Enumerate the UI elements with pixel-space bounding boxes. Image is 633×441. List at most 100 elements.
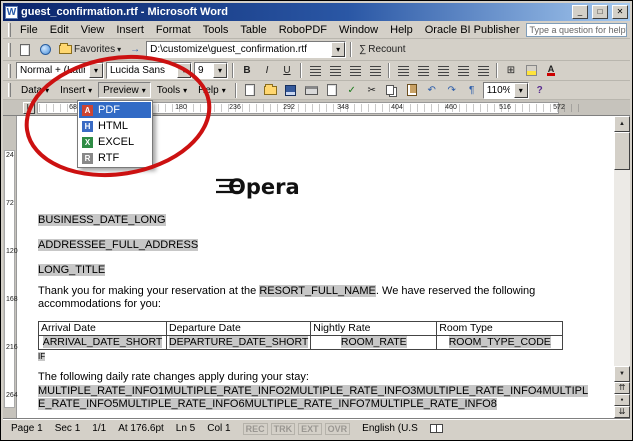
res-table-cell[interactable]: ROOM_RATE	[311, 336, 437, 350]
save-button[interactable]	[282, 82, 300, 99]
spelling-button[interactable]: ✓	[343, 82, 361, 99]
address-combo[interactable]: D:\customize\guest_confirmation.rtf ▾	[146, 41, 346, 58]
res-table-header[interactable]: Departure Date	[167, 322, 311, 336]
new-document-button[interactable]	[241, 82, 259, 99]
res-table-header[interactable]: Nightly Rate	[311, 322, 437, 336]
status-toggle-trk[interactable]: TRK	[271, 423, 296, 435]
select-browse-object-button[interactable]: ●	[614, 394, 630, 406]
bi-toolbar-grip[interactable]	[8, 83, 11, 97]
menu-view[interactable]: View	[75, 23, 111, 37]
next-page-button[interactable]: ⇊	[614, 406, 630, 418]
maximize-button[interactable]: □	[592, 5, 608, 19]
undo-button[interactable]: ↶	[423, 82, 441, 99]
decrease-indent-button[interactable]	[454, 62, 472, 79]
menu-oracle-bi-publisher[interactable]: Oracle BI Publisher	[419, 23, 526, 37]
status-toggle-rec[interactable]: REC	[243, 423, 268, 435]
rate-fields[interactable]: MULTIPLE_RATE_INFO1MULTIPLE_RATE_INFO2MU…	[38, 385, 614, 411]
cut-button[interactable]: ✂	[363, 82, 381, 99]
highlight-button[interactable]	[522, 62, 540, 79]
preview-menu-item-rtf[interactable]: RRTF	[79, 150, 151, 166]
status-toggle-ovr[interactable]: OVR	[325, 423, 351, 435]
menu-help[interactable]: Help	[384, 23, 419, 37]
zoom-combo[interactable]: 110% ▾	[483, 82, 529, 99]
menu-format[interactable]: Format	[150, 23, 197, 37]
res-table-cell[interactable]: DEPARTURE_DATE_SHORT	[167, 336, 311, 350]
rates-paragraph[interactable]: The following daily rate changes apply d…	[38, 371, 614, 384]
scrollbar-thumb[interactable]	[614, 132, 630, 170]
bi-menu-insert[interactable]: Insert▾	[55, 82, 97, 98]
vertical-scrollbar[interactable]: ▲ ▼ ⇈ ● ⇊	[614, 116, 630, 418]
scroll-up-button[interactable]: ▲	[614, 116, 630, 132]
font-color-button[interactable]: A	[542, 62, 560, 79]
menu-window[interactable]: Window	[333, 23, 384, 37]
field-addressee-address[interactable]: ADDRESSEE_FULL_ADDRESS	[38, 239, 614, 252]
print-preview-button[interactable]	[323, 82, 341, 99]
preview-menu-item-pdf[interactable]: APDF	[79, 102, 151, 118]
zoom-dropdown-button[interactable]: ▾	[514, 83, 528, 98]
help-button[interactable]: ?	[531, 82, 549, 99]
tab-selector[interactable]: L	[23, 102, 35, 114]
search-web-button[interactable]	[36, 41, 54, 58]
menu-insert[interactable]: Insert	[110, 23, 150, 37]
align-right-button[interactable]	[346, 62, 364, 79]
start-page-button[interactable]	[16, 41, 34, 58]
copy-button[interactable]	[383, 82, 401, 99]
status-toggle-ext[interactable]: EXT	[298, 423, 322, 435]
menu-table[interactable]: Table	[234, 23, 272, 37]
res-table-header[interactable]: Room Type	[437, 322, 563, 336]
menu-file[interactable]: File	[14, 23, 44, 37]
font-size-dropdown-button[interactable]: ▾	[213, 63, 227, 78]
title-bar[interactable]: W guest_confirmation.rtf - Microsoft Wor…	[3, 3, 630, 21]
font-dropdown-button[interactable]: ▾	[177, 63, 191, 78]
scroll-down-button[interactable]: ▼	[614, 366, 630, 382]
align-center-button[interactable]	[326, 62, 344, 79]
minimize-button[interactable]: _	[572, 5, 588, 19]
line-spacing-button[interactable]	[394, 62, 412, 79]
italic-button[interactable]: I	[258, 62, 276, 79]
bullets-button[interactable]	[434, 62, 452, 79]
web-toolbar-grip[interactable]	[8, 43, 11, 57]
style-combo[interactable]: Normal + (Latir ▾	[16, 62, 104, 79]
bi-menu-tools[interactable]: Tools▾	[152, 82, 192, 98]
menu-edit[interactable]: Edit	[44, 23, 75, 37]
if-marker[interactable]: IF	[38, 352, 614, 361]
res-table-cell[interactable]: ARRIVAL_DATE_SHORT	[39, 336, 167, 350]
font-combo[interactable]: Lucida Sans ▾	[106, 62, 192, 79]
paste-button[interactable]	[403, 82, 421, 99]
address-dropdown-button[interactable]: ▾	[331, 42, 345, 57]
reservation-table[interactable]: Arrival DateDeparture DateNightly RateRo…	[38, 321, 563, 350]
favorites-button[interactable]: Favorites ▾	[56, 41, 124, 58]
preview-menu-item-html[interactable]: HHTML	[79, 118, 151, 134]
bold-button[interactable]: B	[238, 62, 256, 79]
underline-button[interactable]: U	[278, 62, 296, 79]
increase-indent-button[interactable]	[474, 62, 492, 79]
numbering-button[interactable]	[414, 62, 432, 79]
previous-page-button[interactable]: ⇈	[614, 382, 630, 394]
menubar-grip[interactable]	[8, 23, 11, 37]
style-dropdown-button[interactable]: ▾	[89, 63, 103, 78]
res-table-cell[interactable]: ROOM_TYPE_CODE	[437, 336, 563, 350]
close-button[interactable]: ✕	[612, 5, 628, 19]
spellcheck-book-icon[interactable]	[430, 424, 443, 433]
redo-button[interactable]: ↷	[443, 82, 461, 99]
align-left-button[interactable]	[306, 62, 324, 79]
formatting-toolbar-grip[interactable]	[8, 64, 11, 78]
intro-paragraph[interactable]: Thank you for making your reservation at…	[38, 285, 566, 311]
open-button[interactable]	[261, 82, 280, 99]
bi-menu-help[interactable]: Help▾	[193, 82, 231, 98]
field-resort-name[interactable]: RESORT_FULL_NAME	[259, 285, 376, 297]
preview-menu-item-excel[interactable]: XEXCEL	[79, 134, 151, 150]
show-hide-button[interactable]: ¶	[463, 82, 481, 99]
bi-menu-data[interactable]: Data▾	[16, 82, 54, 98]
recount-button[interactable]: ∑ Recount	[356, 41, 408, 58]
go-button[interactable]: →	[126, 41, 144, 58]
scrollbar-track[interactable]	[614, 170, 630, 366]
vertical-ruler[interactable]: 2472120168216264	[3, 116, 17, 418]
menu-tools[interactable]: Tools	[197, 23, 235, 37]
menu-robopdf[interactable]: RoboPDF	[273, 23, 333, 37]
field-long-title[interactable]: LONG_TITLE	[38, 264, 614, 277]
ask-question-box[interactable]: Type a question for help ▾	[526, 23, 627, 37]
res-table-header[interactable]: Arrival Date	[39, 322, 167, 336]
field-business-date[interactable]: BUSINESS_DATE_LONG	[38, 214, 614, 227]
justify-button[interactable]	[366, 62, 384, 79]
